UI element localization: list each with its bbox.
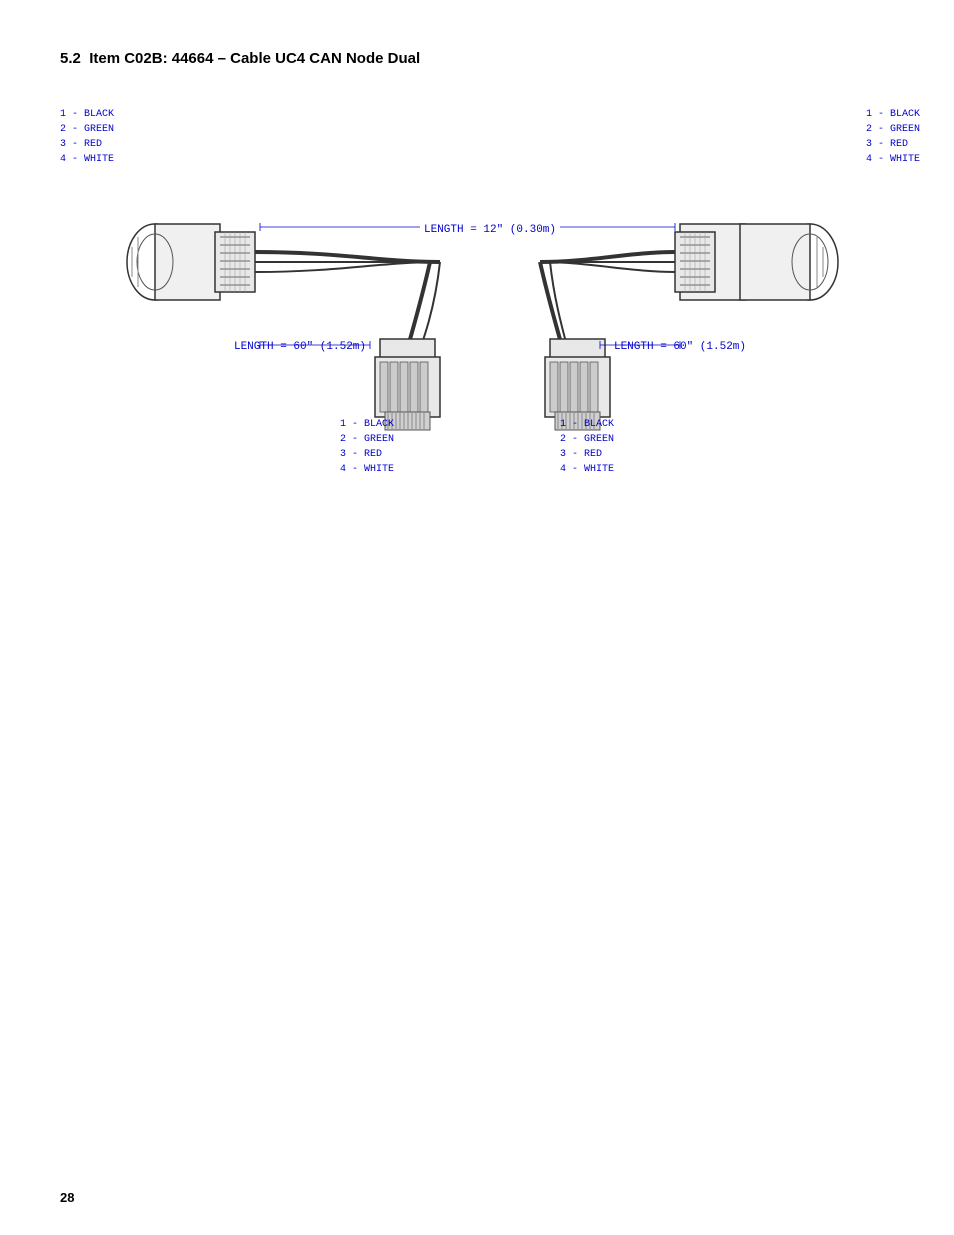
label-top-right: 1 - BLACK 2 - GREEN 3 - RED 4 - WHITE	[866, 107, 920, 167]
page-number: 28	[60, 1190, 74, 1205]
label-bottom-right: 1 - BLACK 2 - GREEN 3 - RED 4 - WHITE	[560, 417, 614, 477]
length-top-label: LENGTH = 12" (0.30m)	[424, 224, 556, 236]
length-bl-label: LENGTH = 60" (1.52m)	[234, 341, 366, 353]
label-bottom-left: 1 - BLACK 2 - GREEN 3 - RED 4 - WHITE	[340, 417, 394, 477]
diagram-svg: LENGTH = 12" (0.30m) LENGTH = 60" (1.52m…	[60, 87, 920, 507]
cable-diagram: LENGTH = 12" (0.30m) LENGTH = 60" (1.52m…	[60, 87, 920, 507]
section-title: 5.2 Item C02B: 44664 – Cable UC4 CAN Nod…	[60, 50, 894, 67]
label-top-left: 1 - BLACK 2 - GREEN 3 - RED 4 - WHITE	[60, 107, 114, 167]
